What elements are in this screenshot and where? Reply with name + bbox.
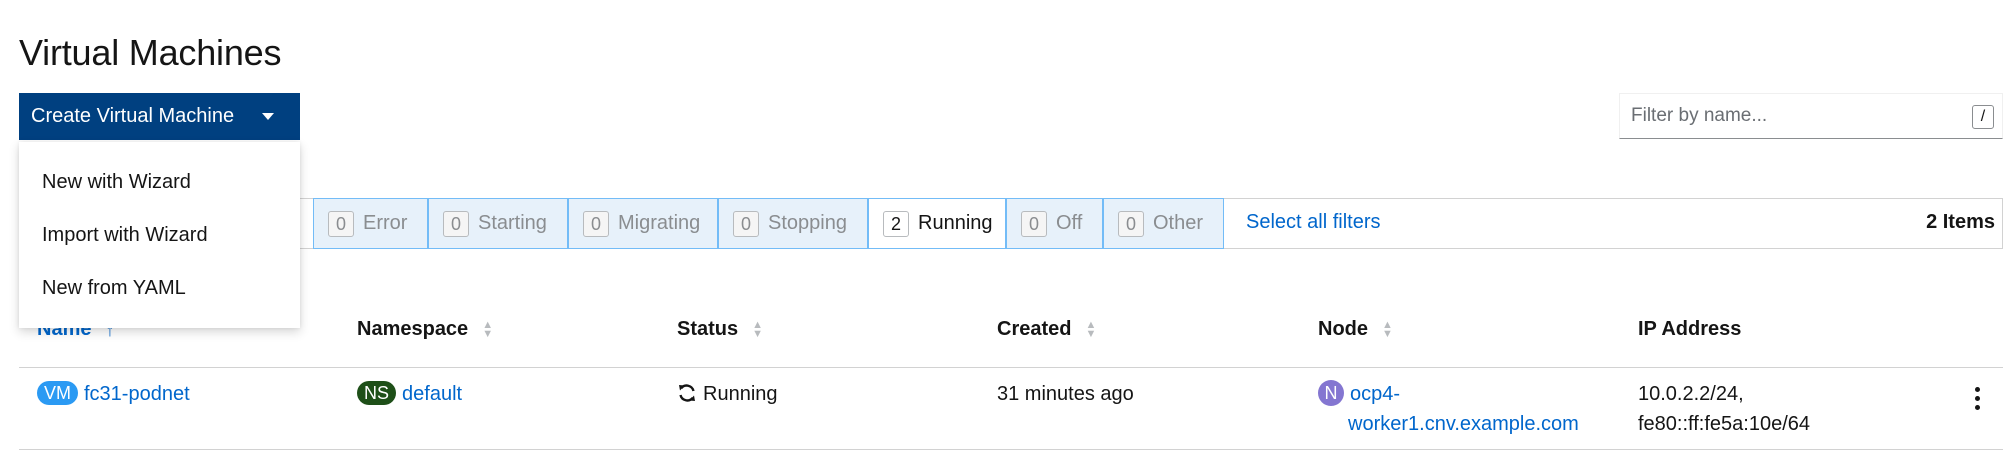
node-link[interactable]: ocp4-: [1350, 383, 1400, 405]
refresh-icon: [679, 384, 695, 402]
filter-chip-count: 0: [1118, 210, 1144, 237]
filter-chip-label: Error: [363, 212, 408, 234]
filter-chip-label: Other: [1153, 212, 1204, 234]
filter-chip-running[interactable]: 2 Running: [868, 198, 1006, 249]
filter-chip-label: Starting: [478, 212, 547, 234]
ip-address-v6: fe80::ff:fe5a:10e/64: [1638, 413, 1811, 435]
sort-icon: ▲ ▼: [1085, 318, 1097, 340]
ip-address-v4: 10.0.2.2/24,: [1638, 383, 1744, 405]
column-header-namespace[interactable]: Namespace ▲ ▼: [357, 318, 493, 341]
column-header-ip-address: IP Address: [1638, 318, 1741, 341]
menu-item-new-from-yaml[interactable]: New from YAML: [42, 277, 186, 300]
namespace-cell: NS default: [357, 379, 462, 409]
filter-chip-migrating[interactable]: 0 Migrating: [568, 198, 718, 249]
keyboard-shortcut-hint: /: [1972, 105, 1994, 129]
created-cell: 31 minutes ago: [997, 383, 1134, 405]
node-cell: Nocp4- worker1.cnv.example.com: [1318, 379, 1579, 439]
kebab-icon[interactable]: [1965, 384, 1989, 412]
column-header-label: Namespace: [357, 318, 469, 340]
filter-chip-label: Running: [918, 212, 993, 234]
status-cell: Running: [677, 379, 778, 409]
ip-address-cell: 10.0.2.2/24, fe80::ff:fe5a:10e/64: [1638, 379, 1810, 439]
namespace-badge: NS: [357, 381, 397, 405]
column-header-status[interactable]: Status ▲ ▼: [677, 318, 763, 341]
status-text: Running: [703, 383, 778, 405]
menu-item-import-with-wizard[interactable]: Import with Wizard: [42, 224, 208, 247]
sort-icon: ▲ ▼: [1382, 318, 1393, 340]
page-title: Virtual Machines: [19, 32, 282, 74]
filter-chip-count: 0: [1021, 210, 1047, 237]
filter-chip-other[interactable]: 0 Other: [1103, 198, 1224, 249]
vm-name-cell: VM fc31-podnet: [37, 379, 190, 409]
items-count: 2 Items: [1926, 211, 1995, 233]
table-row-divider: [19, 449, 2003, 450]
caret-down-icon: [262, 113, 274, 120]
node-link-continued[interactable]: worker1.cnv.example.com: [1348, 413, 1579, 435]
create-button-label: Create Virtual Machine: [31, 105, 235, 127]
column-header-node[interactable]: Node ▲ ▼: [1318, 318, 1393, 341]
filter-chip-count: 0: [733, 210, 759, 237]
column-header-label: Node: [1318, 318, 1368, 340]
filter-by-name-input[interactable]: [1619, 93, 2003, 139]
filter-chip-label: Stopping: [768, 212, 847, 234]
filter-chip-count: 0: [443, 210, 469, 237]
sort-icon: ▲ ▼: [752, 318, 764, 340]
vm-badge: VM: [37, 381, 78, 405]
filter-chip-starting[interactable]: 0 Starting: [428, 198, 568, 249]
filter-chip-count: 2: [883, 210, 909, 237]
column-header-label: Created: [997, 318, 1072, 340]
filter-chip-error[interactable]: 0 Error: [313, 198, 428, 249]
filter-chip-label: Off: [1056, 212, 1083, 234]
create-virtual-machine-button[interactable]: Create Virtual Machine: [19, 93, 300, 140]
vm-name-link[interactable]: fc31-podnet: [84, 383, 190, 405]
node-badge: N: [1318, 380, 1344, 406]
column-header-label: Status: [677, 318, 739, 340]
filter-chip-stopping[interactable]: 0 Stopping: [718, 198, 868, 249]
table-header-divider: [19, 367, 2003, 368]
column-header-label: IP Address: [1638, 318, 1742, 340]
select-all-filters-link[interactable]: Select all filters: [1246, 211, 1381, 234]
filter-chip-label: Migrating: [618, 212, 701, 234]
filter-chip-count: 0: [583, 210, 609, 237]
sort-icon: ▲ ▼: [482, 318, 494, 340]
namespace-link[interactable]: default: [402, 383, 462, 405]
filter-chip-count: 0: [328, 210, 354, 237]
filter-chip-off[interactable]: 0 Off: [1006, 198, 1103, 249]
create-vm-dropdown-menu: New with Wizard Import with Wizard New f…: [19, 142, 300, 328]
menu-item-new-with-wizard[interactable]: New with Wizard: [42, 171, 191, 194]
column-header-created[interactable]: Created ▲ ▼: [997, 318, 1096, 341]
